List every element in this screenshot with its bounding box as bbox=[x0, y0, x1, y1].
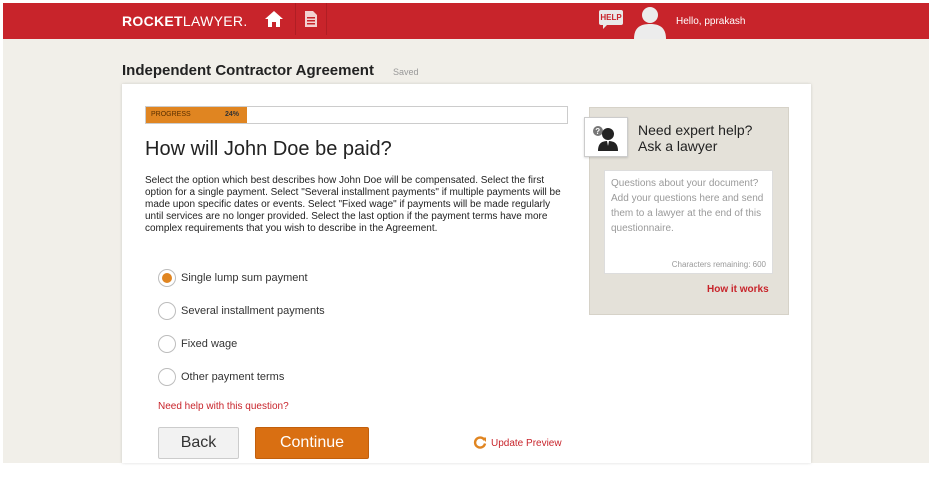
update-preview-label: Update Preview bbox=[491, 437, 562, 449]
progress-percent: 24% bbox=[225, 111, 240, 118]
option-label: Other payment terms bbox=[181, 371, 285, 383]
update-preview-button[interactable]: Update Preview bbox=[473, 435, 562, 451]
help-bubble-icon[interactable]: HELP bbox=[599, 10, 623, 29]
radio-button[interactable] bbox=[158, 302, 176, 320]
lawyer-question-textarea[interactable]: Questions about your document? Add your … bbox=[604, 170, 773, 274]
question-description: Select the option which best describes h… bbox=[145, 175, 561, 234]
option-several-installments[interactable]: Several installment payments bbox=[158, 301, 325, 321]
svg-text:?: ? bbox=[595, 127, 600, 136]
progress-label: PROGRESS bbox=[151, 111, 191, 118]
documents-button[interactable] bbox=[295, 3, 327, 35]
home-icon bbox=[265, 11, 283, 27]
user-avatar-icon[interactable] bbox=[631, 3, 669, 39]
radio-button[interactable] bbox=[158, 269, 176, 287]
radio-button[interactable] bbox=[158, 335, 176, 353]
option-single-lump-sum[interactable]: Single lump sum payment bbox=[158, 268, 308, 288]
lawyer-icon: ? bbox=[584, 117, 628, 157]
expert-help-title: Need expert help? Ask a lawyer bbox=[638, 122, 752, 154]
option-label: Several installment payments bbox=[181, 305, 325, 317]
textarea-placeholder: Questions about your document? Add your … bbox=[611, 178, 764, 234]
option-fixed-wage[interactable]: Fixed wage bbox=[158, 334, 237, 354]
question-help-link[interactable]: Need help with this question? bbox=[158, 401, 289, 412]
option-label: Single lump sum payment bbox=[181, 272, 308, 284]
home-button[interactable] bbox=[259, 3, 289, 35]
expert-title-line2: Ask a lawyer bbox=[638, 138, 718, 154]
question-title: How will John Doe be paid? bbox=[145, 138, 392, 160]
continue-button[interactable]: Continue bbox=[255, 427, 369, 459]
expert-title-line1: Need expert help? bbox=[638, 122, 753, 138]
characters-remaining: Characters remaining: 600 bbox=[671, 260, 766, 269]
document-icon bbox=[305, 11, 317, 27]
progress-bar: PROGRESS 24% bbox=[145, 106, 568, 124]
user-greeting[interactable]: Hello, pprakash bbox=[676, 16, 745, 27]
refresh-icon bbox=[473, 436, 487, 449]
option-other-payment-terms[interactable]: Other payment terms bbox=[158, 367, 284, 387]
how-it-works-link[interactable]: How it works bbox=[707, 284, 769, 295]
saved-status: Saved bbox=[393, 67, 419, 77]
option-label: Fixed wage bbox=[181, 338, 238, 350]
rocket-lawyer-logo[interactable]: ROCKETLAWYER. bbox=[122, 13, 248, 29]
back-button[interactable]: Back bbox=[158, 427, 239, 459]
radio-button[interactable] bbox=[158, 368, 176, 386]
page-title: Independent Contractor Agreement bbox=[122, 62, 374, 79]
